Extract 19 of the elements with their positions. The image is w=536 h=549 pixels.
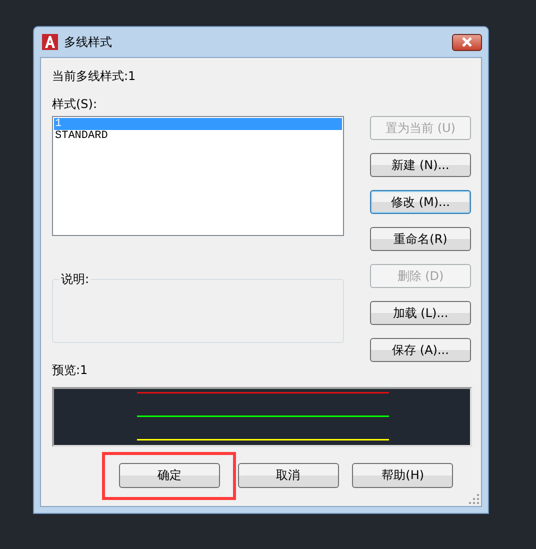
preview-label: 预览:1 xyxy=(52,362,89,379)
description-label: 说明: xyxy=(59,271,92,288)
ok-button[interactable]: 确定 xyxy=(119,463,220,488)
modify-button[interactable]: 修改 (M)... xyxy=(370,190,471,214)
rename-button[interactable]: 重命名(R) xyxy=(370,227,471,251)
close-button[interactable] xyxy=(452,34,482,50)
styles-label: 样式(S): xyxy=(52,96,98,113)
help-button[interactable]: 帮助(H) xyxy=(352,463,454,488)
new-button[interactable]: 新建 (N)... xyxy=(370,153,471,177)
styles-list[interactable]: 1 STANDARD xyxy=(52,116,344,236)
close-icon xyxy=(461,37,473,47)
load-button[interactable]: 加载 (L)... xyxy=(370,301,471,325)
style-item[interactable]: STANDARD xyxy=(54,130,342,142)
resize-grip-icon xyxy=(469,494,479,504)
current-style-label: 当前多线样式:1 xyxy=(52,68,137,85)
save-button[interactable]: 保存 (A)... xyxy=(370,338,471,362)
window-title: 多线样式 xyxy=(64,34,112,50)
cancel-button[interactable]: 取消 xyxy=(238,463,339,488)
app-logo-icon xyxy=(42,34,58,50)
